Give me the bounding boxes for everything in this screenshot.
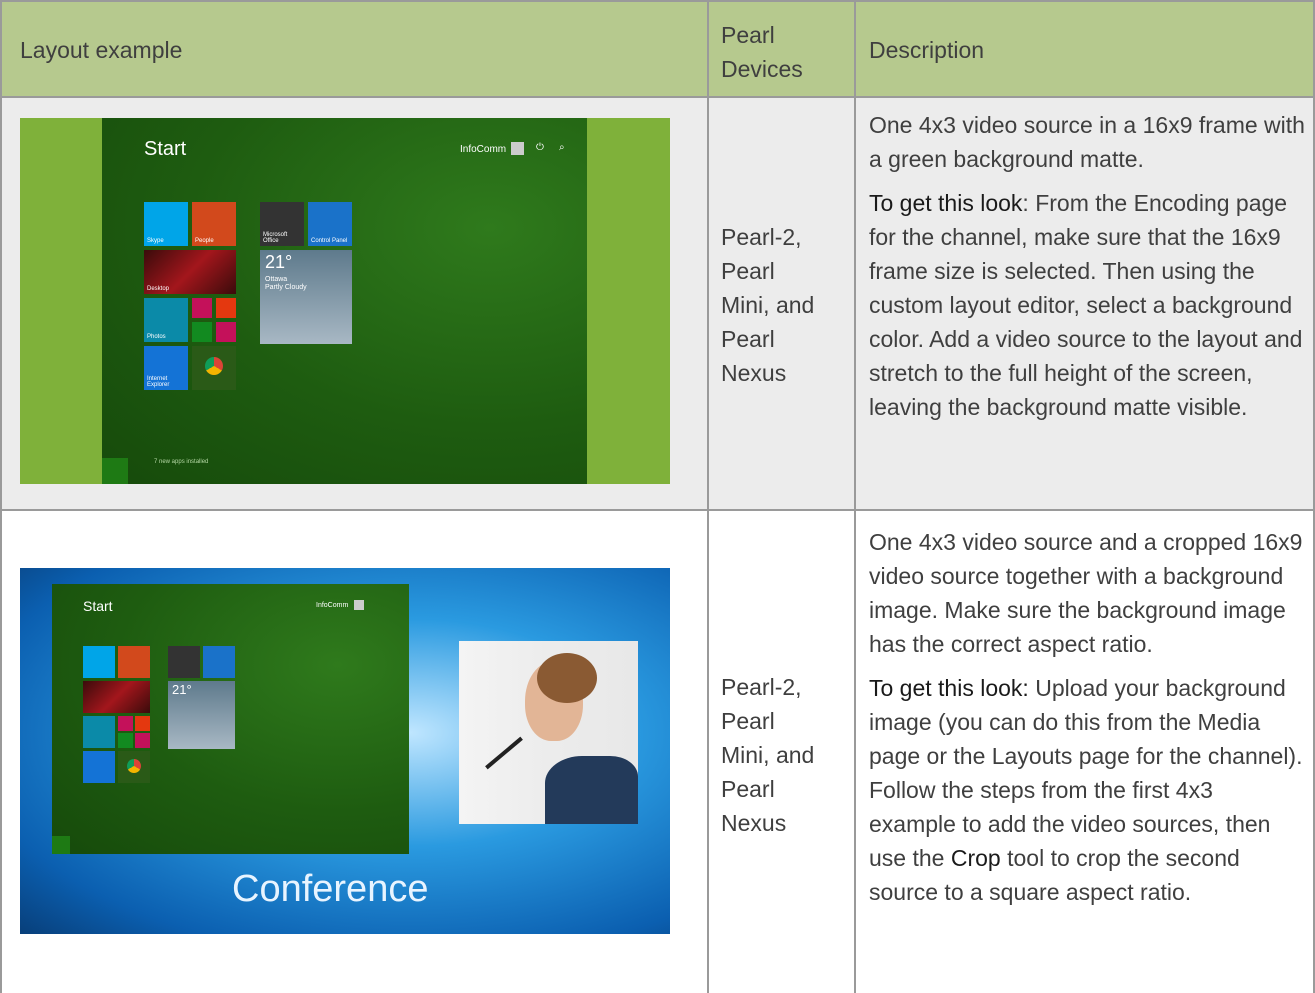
user-label: InfoComm	[460, 144, 507, 155]
device-line: Mini, and	[721, 742, 815, 768]
description-text: Upload your background image (you can do…	[869, 675, 1303, 871]
user-label: InfoComm	[316, 602, 349, 609]
people-tile: People	[192, 202, 236, 246]
start-label: Start	[144, 138, 187, 160]
apps-notice: 7 new apps installed	[154, 459, 209, 465]
internet-explorer-tile	[83, 751, 115, 783]
chrome-tile	[192, 346, 236, 390]
windows-start-icon	[52, 836, 70, 854]
layout-example-image-background: Start InfoComm 21° Conference	[20, 568, 670, 934]
divider	[0, 509, 1315, 511]
header-devices-line1: Pearl	[721, 22, 775, 48]
camera-tile	[216, 322, 236, 342]
photos-tile: Photos	[144, 298, 188, 342]
device-line: Pearl-2,	[721, 224, 802, 250]
device-line: Nexus	[721, 810, 787, 836]
header-layout-example: Layout example	[20, 37, 183, 63]
chrome-tile	[118, 751, 150, 783]
description-paragraph: One 4x3 video source and a cropped 16x9 …	[869, 529, 1303, 657]
power-icon: ⏻	[536, 142, 544, 153]
office-tile: Microsoft Office	[260, 202, 304, 246]
music-tile	[216, 298, 236, 318]
chrome-icon	[205, 357, 223, 375]
skype-tile: Skype	[144, 202, 188, 246]
layout-example-image-green-matte: Start InfoComm ⏻ ⌕ Skype People Desktop …	[20, 118, 670, 484]
camera-tile	[135, 733, 150, 748]
office-tile	[168, 646, 200, 678]
header-pearl-devices: Pearl Devices	[721, 18, 803, 86]
row1-description: One 4x3 video source in a 16x9 frame wit…	[869, 108, 1305, 434]
skype-tile	[83, 646, 115, 678]
speaker-photo	[459, 641, 638, 824]
video-tile	[118, 716, 133, 731]
internet-explorer-tile: Internet Explorer	[144, 346, 188, 390]
avatar	[354, 600, 364, 610]
start-screen: Start InfoComm 21°	[52, 584, 409, 854]
avatar	[511, 142, 524, 155]
device-line: Mini, and	[721, 292, 815, 318]
music-tile	[135, 716, 150, 731]
search-icon: ⌕	[559, 142, 565, 153]
chrome-icon	[127, 759, 141, 773]
start-label: Start	[83, 598, 113, 614]
device-line: Nexus	[721, 360, 787, 386]
desktop-tile: Desktop	[144, 250, 236, 294]
control-panel-tile: Control Panel	[308, 202, 352, 246]
weather-temp: 21°	[172, 682, 192, 697]
speaker-hair	[537, 653, 597, 703]
games-tile	[118, 733, 133, 748]
people-tile	[118, 646, 150, 678]
device-line: Pearl	[721, 326, 775, 352]
control-panel-tile	[203, 646, 235, 678]
row1-devices: Pearl-2, Pearl Mini, and Pearl Nexus	[721, 220, 814, 390]
header-description: Description	[869, 37, 985, 63]
desktop-tile	[83, 681, 150, 713]
emphasis-text: To get this look	[869, 190, 1023, 216]
device-line: Pearl	[721, 708, 775, 734]
microphone-icon	[485, 736, 523, 770]
emphasis-text: To get this look:	[869, 675, 1029, 701]
games-tile	[192, 322, 212, 342]
description-paragraph: To get this look: Upload your background…	[869, 671, 1305, 909]
description-paragraph: One 4x3 video source in a 16x9 frame wit…	[869, 112, 1305, 172]
windows-start-icon	[102, 458, 128, 484]
speaker-body	[545, 756, 638, 824]
weather-city: Ottawa	[265, 276, 288, 283]
description-text: : From the Encoding page for the channel…	[869, 190, 1303, 420]
weather-tile: 21°	[168, 681, 235, 749]
video-tile	[192, 298, 212, 318]
divider	[0, 0, 2, 993]
device-line: Pearl-2,	[721, 674, 802, 700]
crop-tool-label: Crop	[950, 845, 1001, 871]
row2-devices: Pearl-2, Pearl Mini, and Pearl Nexus	[721, 670, 814, 840]
divider	[854, 0, 856, 993]
description-paragraph: To get this look: From the Encoding page…	[869, 186, 1305, 424]
divider	[0, 96, 1315, 98]
photos-tile	[83, 716, 115, 748]
divider	[707, 0, 709, 993]
device-line: Pearl	[721, 258, 775, 284]
conference-caption: Conference	[232, 868, 429, 910]
start-screen: Start InfoComm ⏻ ⌕ Skype People Desktop …	[102, 118, 587, 484]
weather-cond: Partly Cloudy	[265, 284, 307, 291]
weather-temp: 21°	[265, 252, 293, 272]
table-header-row	[0, 0, 1315, 97]
row2-description: One 4x3 video source and a cropped 16x9 …	[869, 525, 1305, 919]
layout-examples-table: Layout example Pearl Devices Description…	[0, 0, 1315, 993]
weather-tile: 21° Ottawa Partly Cloudy	[260, 250, 352, 344]
device-line: Pearl	[721, 776, 775, 802]
header-devices-line2: Devices	[721, 56, 803, 82]
divider	[0, 0, 1315, 2]
